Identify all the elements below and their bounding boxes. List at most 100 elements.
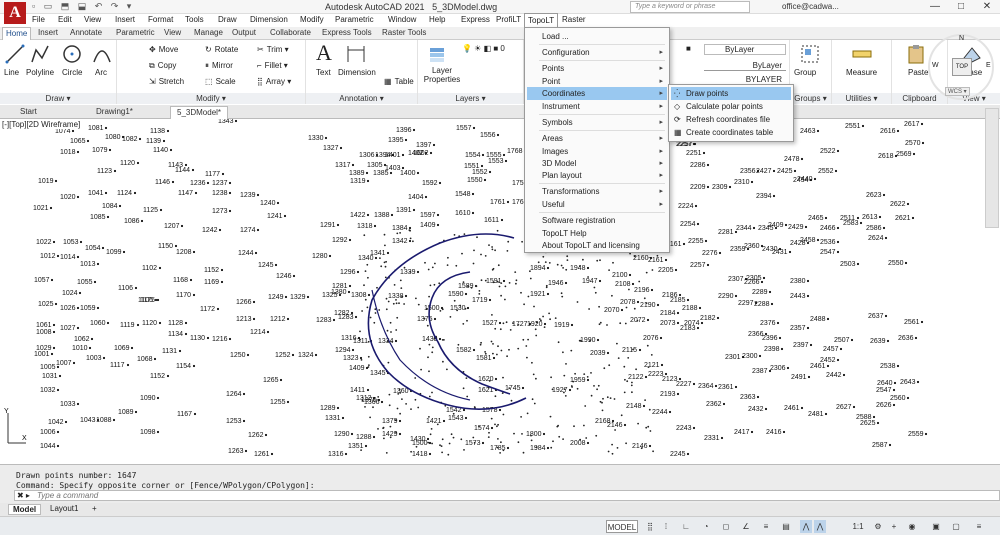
survey-point-marker[interactable] [441, 438, 444, 441]
survey-point-marker[interactable] [494, 327, 497, 330]
survey-point-marker[interactable] [461, 252, 463, 255]
survey-point-marker[interactable] [734, 230, 738, 234]
survey-point-marker[interactable] [389, 321, 392, 324]
survey-point-marker[interactable] [344, 452, 348, 456]
survey-point-marker[interactable] [504, 159, 508, 163]
survey-point-marker[interactable] [530, 434, 532, 437]
survey-point-marker[interactable] [807, 375, 811, 379]
survey-point-marker[interactable] [586, 441, 590, 445]
survey-point-marker[interactable] [616, 447, 619, 449]
survey-point-marker[interactable] [491, 268, 494, 271]
survey-point-marker[interactable] [527, 338, 529, 341]
survey-point-marker[interactable] [399, 392, 402, 394]
survey-point-marker[interactable] [718, 251, 722, 255]
survey-point-marker[interactable] [491, 248, 494, 251]
survey-point-marker[interactable] [466, 395, 469, 398]
survey-point-marker[interactable] [560, 264, 563, 267]
survey-point-marker[interactable] [426, 437, 430, 441]
survey-point-marker[interactable] [631, 391, 633, 394]
survey-point-marker[interactable] [180, 224, 184, 228]
survey-point-marker[interactable] [574, 372, 576, 375]
survey-point-marker[interactable] [341, 416, 345, 420]
survey-point-marker[interactable] [476, 236, 478, 239]
survey-point-marker[interactable] [159, 208, 163, 212]
survey-point-marker[interactable] [220, 280, 224, 284]
survey-point-marker[interactable] [543, 326, 546, 328]
survey-point-marker[interactable] [521, 240, 523, 243]
survey-point-marker[interactable] [508, 282, 511, 284]
menu-edit[interactable]: Edit [58, 15, 72, 24]
survey-point-marker[interactable] [274, 263, 278, 267]
survey-point-marker[interactable] [156, 396, 160, 400]
survey-point-marker[interactable] [525, 345, 528, 347]
survey-point-marker[interactable] [171, 180, 175, 184]
survey-point-marker[interactable] [447, 256, 449, 259]
survey-point-marker[interactable] [472, 262, 475, 265]
survey-point-marker[interactable] [394, 339, 398, 343]
survey-point-marker[interactable] [372, 435, 376, 439]
survey-point-marker[interactable] [447, 453, 450, 456]
survey-point-marker[interactable] [806, 294, 810, 298]
survey-point-marker[interactable] [893, 381, 897, 385]
survey-point-marker[interactable] [649, 430, 652, 432]
polar-icon[interactable]: ◔ [700, 520, 712, 533]
survey-point-marker[interactable] [498, 321, 502, 325]
survey-point-marker[interactable] [611, 294, 613, 297]
survey-point-marker[interactable] [496, 133, 500, 137]
survey-point-marker[interactable] [76, 150, 80, 154]
survey-point-marker[interactable] [134, 286, 138, 290]
survey-point-marker[interactable] [497, 345, 499, 348]
survey-point-marker[interactable] [924, 432, 928, 436]
paste-icon[interactable] [906, 44, 926, 64]
survey-point-marker[interactable] [800, 157, 804, 161]
survey-point-marker[interactable] [772, 194, 776, 198]
survey-point-marker[interactable] [500, 294, 502, 297]
survey-point-marker[interactable] [228, 191, 232, 195]
survey-point-marker[interactable] [484, 351, 486, 353]
layer-properties-icon[interactable] [428, 44, 448, 64]
survey-point-marker[interactable] [850, 338, 854, 342]
menu-modify[interactable]: Modify [300, 15, 324, 24]
tab-collaborate[interactable]: Collaborate [270, 28, 311, 37]
survey-point-marker[interactable] [412, 240, 414, 243]
survey-point-marker[interactable] [264, 433, 268, 437]
tab-view[interactable]: View [164, 28, 181, 37]
survey-point-marker[interactable] [158, 321, 162, 325]
survey-point-marker[interactable] [540, 319, 542, 322]
survey-point-marker[interactable] [423, 317, 426, 320]
survey-point-marker[interactable] [598, 279, 602, 283]
survey-point-marker[interactable] [56, 444, 60, 448]
survey-point-marker[interactable] [385, 308, 388, 311]
survey-point-marker[interactable] [500, 349, 503, 352]
survey-point-marker[interactable] [676, 392, 680, 396]
survey-point-marker[interactable] [384, 265, 387, 268]
survey-point-marker[interactable] [640, 447, 643, 450]
survey-point-marker[interactable] [483, 178, 487, 182]
tab-parametric[interactable]: Parametric [116, 28, 155, 37]
survey-point-marker[interactable] [700, 321, 704, 325]
survey-point-marker[interactable] [502, 279, 506, 283]
survey-point-marker[interactable] [644, 399, 646, 401]
survey-point-marker[interactable] [494, 395, 497, 398]
survey-point-marker[interactable] [633, 255, 636, 258]
survey-point-marker[interactable] [650, 354, 653, 356]
survey-point-marker[interactable] [228, 181, 232, 185]
survey-point-marker[interactable] [625, 442, 627, 445]
survey-point-marker[interactable] [806, 279, 810, 283]
survey-point-marker[interactable] [920, 122, 924, 126]
survey-point-marker[interactable] [383, 233, 386, 236]
survey-point-marker[interactable] [706, 185, 710, 189]
survey-point-marker[interactable] [50, 278, 54, 282]
survey-point-marker[interactable] [537, 261, 540, 264]
survey-point-marker[interactable] [472, 348, 476, 352]
survey-point-marker[interactable] [502, 376, 504, 379]
survey-point-marker[interactable] [488, 298, 492, 302]
survey-point-marker[interactable] [502, 413, 505, 416]
survey-point-marker[interactable] [888, 443, 892, 447]
survey-point-marker[interactable] [449, 316, 452, 318]
survey-point-marker[interactable] [86, 139, 90, 143]
survey-point-marker[interactable] [367, 293, 371, 297]
survey-point-marker[interactable] [347, 290, 351, 294]
survey-point-marker[interactable] [659, 336, 663, 340]
survey-point-marker[interactable] [409, 237, 412, 240]
